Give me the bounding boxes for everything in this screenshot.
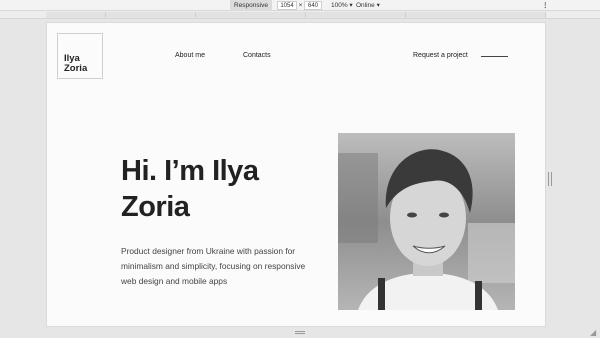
ruler-segment[interactable] xyxy=(196,12,306,18)
resize-handle-right[interactable] xyxy=(548,172,552,186)
viewport-width-input[interactable]: 1054 xyxy=(277,1,297,10)
dimension-separator: × xyxy=(298,2,303,9)
media-query-ruler xyxy=(0,11,600,19)
request-underline xyxy=(481,56,508,57)
devtools-toolbar: Responsive ▾ 1054 × 640 100% ▾ Online ▾ … xyxy=(0,0,600,20)
portrait-photo xyxy=(338,133,515,310)
hero-description: Product designer from Ukraine with passi… xyxy=(121,246,306,286)
ruler-segment[interactable] xyxy=(406,12,546,18)
resize-corner-icon[interactable]: ◢ xyxy=(590,328,596,337)
ruler-segment[interactable] xyxy=(46,12,106,18)
more-options-icon[interactable]: ⋮ xyxy=(542,0,549,11)
nav-contacts-link[interactable]: Contacts xyxy=(243,52,271,59)
network-throttle-select[interactable]: Online ▾ xyxy=(356,0,380,11)
ruler-segment[interactable] xyxy=(306,12,406,18)
nav-about-link[interactable]: About me xyxy=(175,52,205,59)
resize-handle-bottom[interactable] xyxy=(295,331,305,334)
device-select[interactable]: Responsive ▾ xyxy=(230,0,272,20)
portrait-illustration xyxy=(338,133,515,310)
hero-title: Hi. I’m Ilya Zoria xyxy=(121,155,259,223)
request-project-link[interactable]: Request a project xyxy=(413,52,468,59)
site-logo[interactable]: Ilya Zoria xyxy=(57,33,103,79)
viewport-height-input[interactable]: 640 xyxy=(304,1,322,10)
ruler-segment[interactable] xyxy=(106,12,196,18)
logo-text: Ilya Zoria xyxy=(64,53,88,74)
zoom-select[interactable]: 100% ▾ xyxy=(331,0,353,11)
page-viewport: Ilya Zoria About me Contacts Request a p… xyxy=(46,22,546,327)
